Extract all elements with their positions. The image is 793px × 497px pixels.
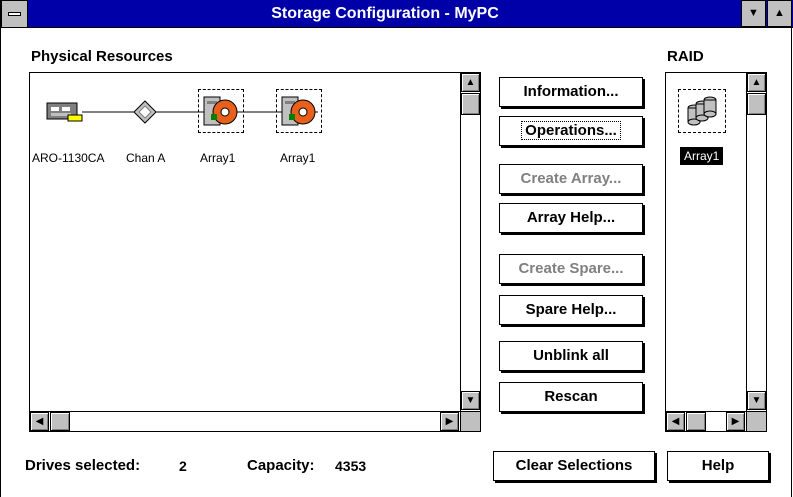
physical-hscrollbar[interactable]: ◀ ▶ <box>30 411 460 431</box>
window-title: Storage Configuration - MyPC <box>271 5 499 22</box>
scroll-thumb[interactable] <box>747 93 766 115</box>
scroll-thumb[interactable] <box>686 412 706 431</box>
drives-selected-value: 2 <box>179 458 187 474</box>
channel-diamond-icon <box>133 100 157 124</box>
physical-resources-panel: ARO-1130CA Chan A Array1 Array1 ▲ ▼ ◀ ▶ <box>29 72 481 432</box>
scroll-left-button[interactable]: ◀ <box>666 412 685 431</box>
drive-node-2[interactable] <box>281 94 317 128</box>
storage-config-window: Storage Configuration - MyPC ▼ ▲ Physica… <box>0 0 793 497</box>
scroll-up-button[interactable]: ▲ <box>461 73 480 92</box>
help-button[interactable]: Help <box>667 451 769 481</box>
scroll-thumb[interactable] <box>461 93 480 115</box>
drive-node-1[interactable] <box>203 94 239 128</box>
drive-1-label: Array1 <box>200 151 236 165</box>
scroll-corner <box>460 411 480 431</box>
create-spare-button[interactable]: Create Spare... <box>499 254 643 284</box>
system-menu-icon <box>8 12 21 16</box>
channel-node[interactable] <box>133 100 157 124</box>
controller-card-icon <box>46 102 83 122</box>
capacity-label: Capacity: <box>247 457 315 474</box>
information-button[interactable]: Information... <box>499 77 643 107</box>
maximize-button[interactable]: ▲ <box>767 0 792 27</box>
scroll-down-button[interactable]: ▼ <box>747 391 766 410</box>
raid-array-icon <box>687 96 717 126</box>
raid-hscrollbar[interactable]: ◀ ▶ <box>666 411 746 431</box>
operations-button[interactable]: Operations... <box>499 116 643 146</box>
raid-array-node[interactable] <box>682 94 722 128</box>
minimize-button[interactable]: ▼ <box>741 0 766 27</box>
create-array-button[interactable]: Create Array... <box>499 164 643 194</box>
scroll-thumb[interactable] <box>50 412 70 431</box>
physical-resources-label: Physical Resources <box>31 48 173 65</box>
scroll-corner <box>746 411 766 431</box>
controller-node[interactable] <box>46 101 86 123</box>
title-bar: Storage Configuration - MyPC ▼ ▲ <box>1 0 793 28</box>
unblink-all-button[interactable]: Unblink all <box>499 341 643 371</box>
capacity-value: 4353 <box>335 458 367 474</box>
physical-vscrollbar[interactable]: ▲ ▼ <box>460 73 480 411</box>
scroll-right-button[interactable]: ▶ <box>726 412 745 431</box>
disk-drive-icon <box>281 96 316 126</box>
clear-selections-button[interactable]: Clear Selections <box>493 451 655 481</box>
scroll-left-button[interactable]: ◀ <box>30 412 49 431</box>
scroll-right-button[interactable]: ▶ <box>440 412 459 431</box>
scroll-down-button[interactable]: ▼ <box>461 391 480 410</box>
drives-selected-label: Drives selected: <box>25 457 141 474</box>
connection-lines <box>82 111 318 113</box>
array-help-button[interactable]: Array Help... <box>499 203 643 233</box>
controller-label: ARO-1130CA <box>32 151 105 165</box>
raid-panel: Array1 ▲ ▼ ◀ ▶ <box>665 72 767 432</box>
raid-array-label: Array1 <box>680 147 724 165</box>
raid-label: RAID <box>667 48 704 65</box>
system-menu-button[interactable] <box>1 0 28 28</box>
channel-label: Chan A <box>126 151 166 165</box>
spare-help-button[interactable]: Spare Help... <box>499 295 643 325</box>
drive-2-label: Array1 <box>280 151 316 165</box>
rescan-button[interactable]: Rescan <box>499 382 643 412</box>
disk-drive-icon <box>203 96 238 126</box>
scroll-up-button[interactable]: ▲ <box>747 73 766 92</box>
operations-button-label: Operations... <box>521 121 621 140</box>
raid-vscrollbar[interactable]: ▲ ▼ <box>746 73 766 411</box>
